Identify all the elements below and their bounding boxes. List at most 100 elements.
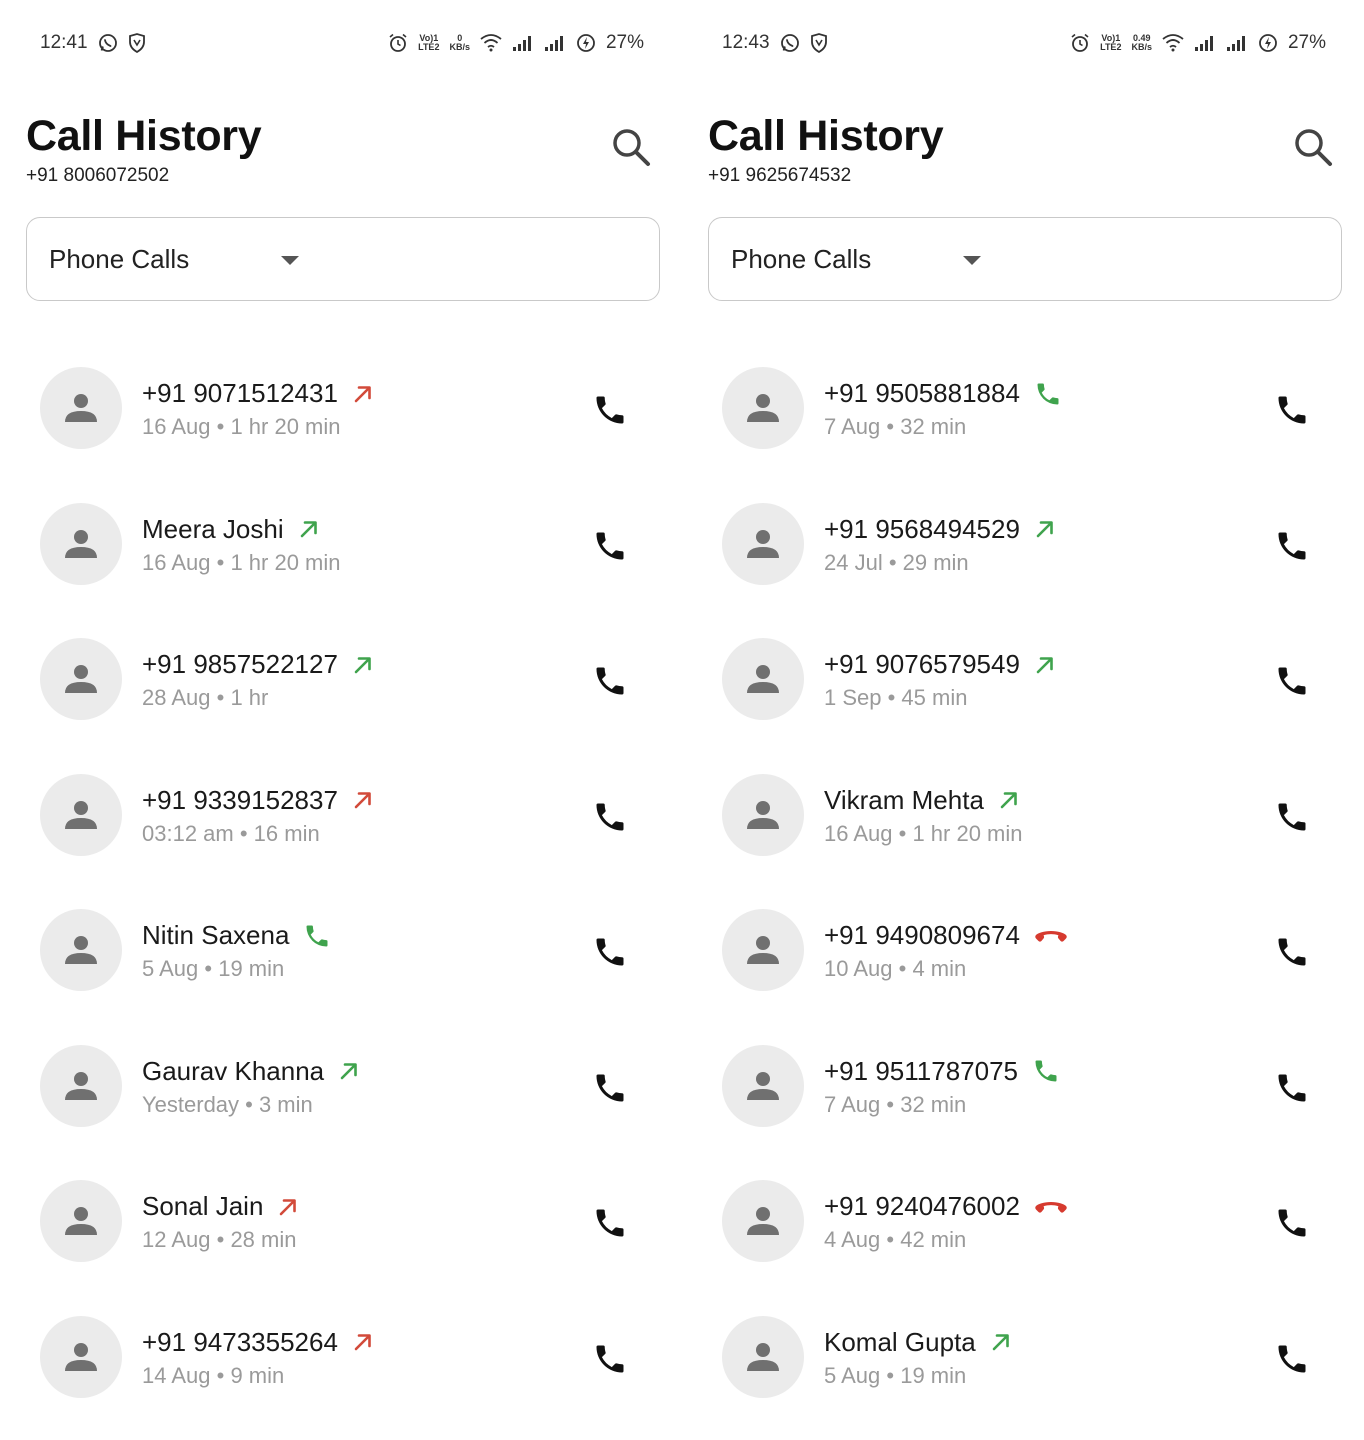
call-button[interactable]	[590, 1068, 630, 1108]
call-type-dropdown[interactable]: Phone Calls	[26, 217, 660, 301]
hang-up-icon	[1034, 1197, 1068, 1217]
phone-icon	[1278, 1345, 1306, 1372]
arrow-up-right-icon	[1034, 654, 1056, 676]
arrow-up-right-icon	[352, 383, 374, 405]
call-button[interactable]	[590, 390, 630, 430]
arrow-up-right-icon	[352, 1331, 374, 1353]
chevron-down-icon	[281, 256, 299, 265]
contact-name: Gaurav Khanna	[142, 1055, 325, 1086]
avatar	[722, 502, 804, 585]
phone-icon	[596, 1345, 624, 1372]
call-details: 16 Aug • 1 hr 20 min	[142, 549, 341, 575]
person-icon	[747, 936, 779, 964]
wifi-icon	[1162, 34, 1184, 52]
account-phone-number: +91 8006072502	[26, 165, 170, 186]
person-icon	[65, 394, 97, 422]
call-list-item[interactable]: Komal Gupta 5 Aug • 19 min	[682, 1289, 1364, 1425]
contact-name: Komal Gupta	[824, 1326, 976, 1357]
contact-name: +91 9071512431	[142, 378, 338, 408]
call-button[interactable]	[1272, 932, 1312, 972]
call-list-item[interactable]: +91 9857522127 28 Aug • 1 hr	[0, 611, 682, 747]
call-details: 1 Sep • 45 min	[824, 685, 968, 710]
header: Call History +91 8006072502	[26, 112, 654, 187]
call-list-item[interactable]: Nitin Saxena 5 Aug • 19 min	[0, 882, 682, 1018]
call-list-item[interactable]: +91 9511787075 7 Aug • 32 min	[682, 1018, 1364, 1154]
contact-name: +91 9511787075	[824, 1055, 1018, 1086]
contact-name: Meera Joshi	[142, 513, 284, 544]
battery-percent: 27%	[1287, 32, 1326, 53]
call-button[interactable]	[590, 1339, 630, 1379]
avatar	[722, 1044, 804, 1127]
call-button[interactable]	[1272, 661, 1312, 701]
call-button[interactable]	[1272, 1203, 1312, 1243]
contact-name: Vikram Mehta	[824, 784, 984, 815]
search-button[interactable]	[608, 124, 654, 170]
contact-name: +91 9339152837	[142, 784, 338, 815]
person-icon	[65, 1071, 97, 1100]
call-button[interactable]	[590, 932, 630, 972]
status-bar: 12:41 Vo)1 LTE2 0 KB/s 27%	[40, 28, 644, 58]
avatar	[40, 367, 122, 449]
call-button[interactable]	[590, 661, 630, 701]
call-button[interactable]	[590, 797, 630, 837]
contact-name: +91 9490809674	[824, 920, 1020, 950]
hang-up-icon	[1034, 926, 1068, 946]
phone-icon	[596, 667, 624, 695]
call-list-item[interactable]: Meera Joshi 16 Aug • 1 hr 20 min	[0, 476, 682, 612]
call-details: 14 Aug • 9 min	[142, 1362, 285, 1388]
dropdown-selected-value: Phone Calls	[731, 243, 872, 274]
search-icon	[613, 129, 650, 166]
phone-icon	[1278, 667, 1306, 695]
call-button[interactable]	[1272, 1068, 1312, 1108]
call-list-item[interactable]: +91 9568494529 24 Jul • 29 min	[682, 476, 1364, 612]
call-button[interactable]	[1272, 1339, 1312, 1379]
person-icon	[747, 665, 779, 693]
phone-icon	[596, 803, 624, 830]
call-button[interactable]	[1272, 797, 1312, 837]
avatar	[40, 502, 122, 585]
call-button[interactable]	[590, 1203, 630, 1243]
call-list-item[interactable]: +91 9076579549 1 Sep • 45 min	[682, 611, 1364, 747]
contact-name: Nitin Saxena	[142, 920, 290, 950]
avatar	[40, 1180, 122, 1262]
call-button[interactable]	[1272, 390, 1312, 430]
call-button[interactable]	[590, 526, 630, 566]
contact-name: +91 9473355264	[142, 1326, 338, 1357]
phone-icon	[1278, 1074, 1306, 1101]
header: Call History +91 9625674532	[708, 112, 1336, 187]
call-details: 16 Aug • 1 hr 20 min	[824, 820, 1023, 846]
call-list-item[interactable]: Vikram Mehta 16 Aug • 1 hr 20 min	[682, 747, 1364, 883]
avatar	[40, 1315, 122, 1398]
person-icon	[747, 529, 779, 558]
person-icon	[65, 1342, 97, 1371]
phone-icon	[1278, 1209, 1306, 1237]
call-list-item[interactable]: +91 9505881884 7 Aug • 32 min	[682, 340, 1364, 476]
alarm-icon	[1070, 33, 1090, 53]
call-details: 24 Jul • 29 min	[824, 549, 969, 575]
search-button[interactable]	[1290, 124, 1336, 170]
phone-icon	[1278, 803, 1306, 830]
status-time: 12:41	[40, 32, 88, 53]
status-time: 12:43	[722, 32, 770, 53]
phone-screen: 12:43 Vo)1 LTE2 0.49 KB/s 27% Call Histo…	[682, 0, 1364, 1440]
call-list-item[interactable]: +91 9490809674 10 Aug • 4 min	[682, 882, 1364, 1018]
call-button[interactable]	[1272, 526, 1312, 566]
avatar	[40, 638, 122, 720]
alarm-icon	[388, 33, 408, 53]
call-list-item[interactable]: +91 9071512431 16 Aug • 1 hr 20 min	[0, 340, 682, 476]
call-list-item[interactable]: +91 9473355264 14 Aug • 9 min	[0, 1289, 682, 1425]
phone-icon	[596, 1074, 624, 1101]
arrow-up-right-icon	[352, 654, 374, 676]
call-details: 03:12 am • 16 min	[142, 820, 320, 846]
call-list-item[interactable]: +91 9339152837 03:12 am • 16 min	[0, 747, 682, 883]
call-type-dropdown[interactable]: Phone Calls	[708, 217, 1342, 301]
arrow-up-right-icon	[990, 1331, 1012, 1353]
signal-icon	[1226, 34, 1248, 52]
arrow-up-right-icon	[998, 789, 1020, 811]
call-list-item[interactable]: Sonal Jain 12 Aug • 28 min	[0, 1153, 682, 1289]
call-list-item[interactable]: Gaurav Khanna Yesterday • 3 min	[0, 1018, 682, 1154]
arrow-up-right-icon	[1034, 518, 1056, 540]
person-icon	[747, 1342, 779, 1371]
phone-icon	[1034, 380, 1062, 408]
call-list-item[interactable]: +91 9240476002 4 Aug • 42 min	[682, 1153, 1364, 1289]
